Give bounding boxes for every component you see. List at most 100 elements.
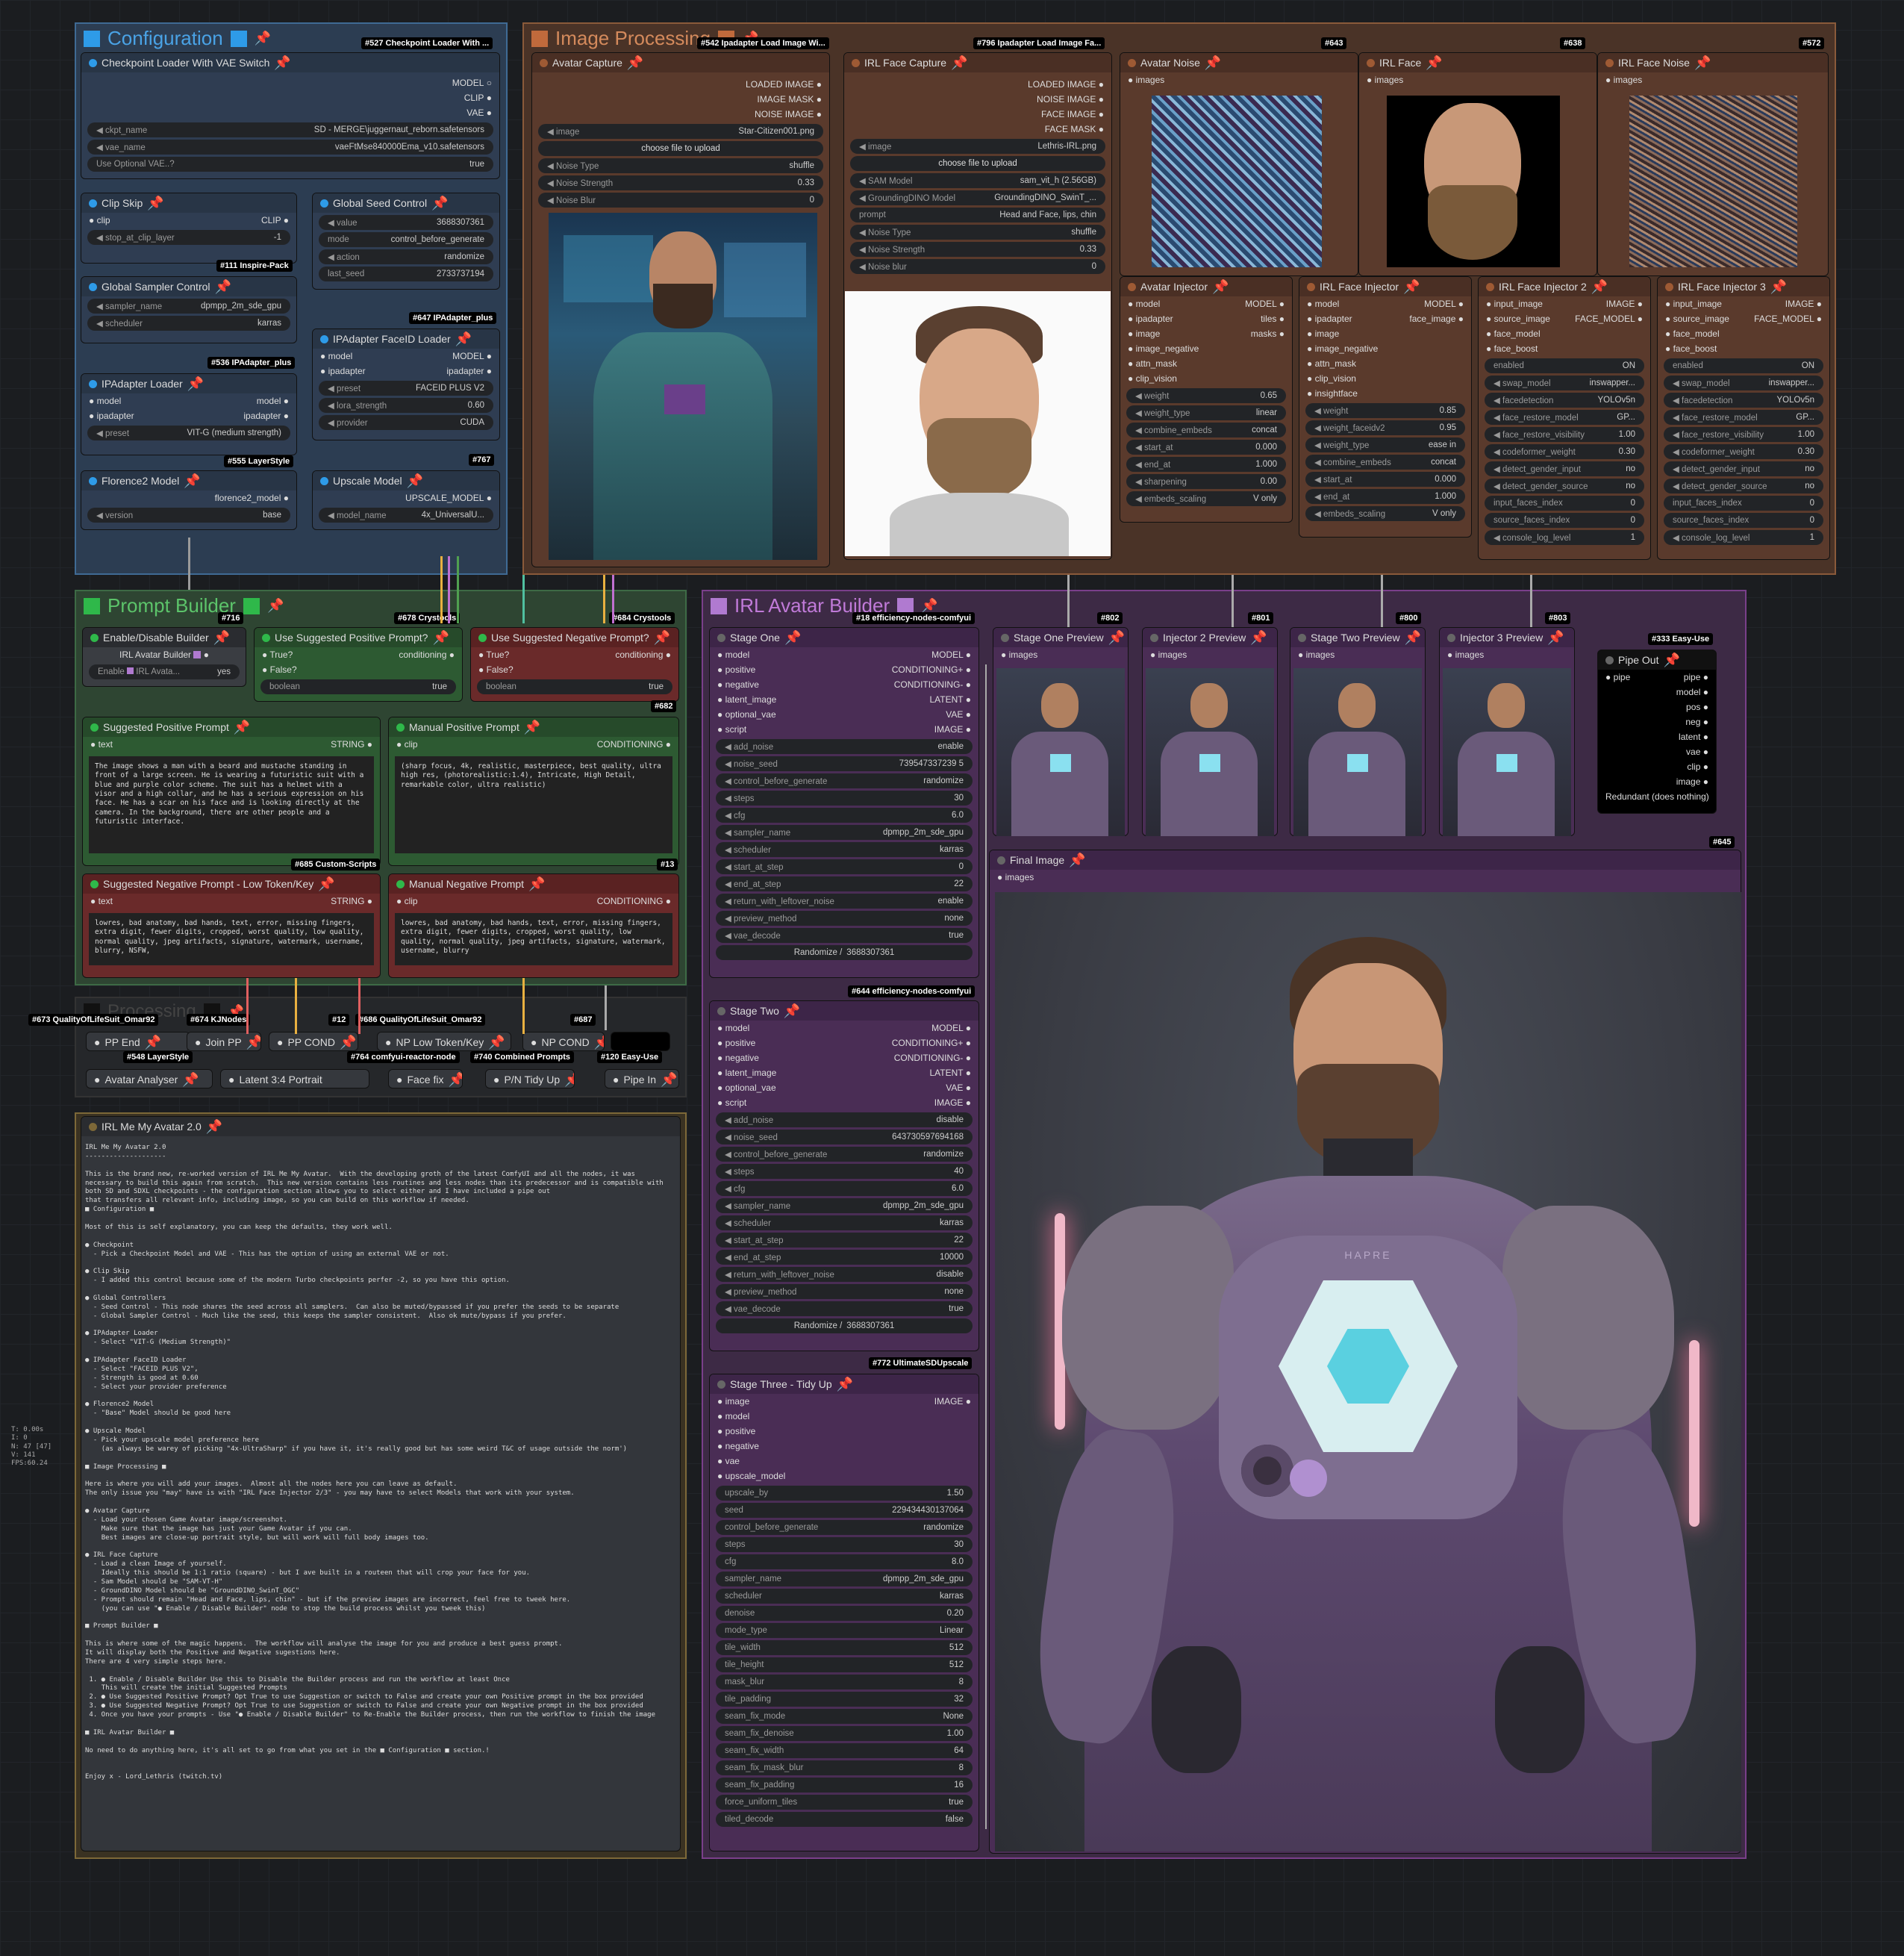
noise-strength-widget[interactable]: ◀ Noise Strength 0.33 xyxy=(538,175,823,190)
start-at-step-widget[interactable]: ◀ start_at_step 22 xyxy=(716,1233,973,1248)
end-at-step-widget[interactable]: ◀ end_at_step 10000 xyxy=(716,1250,973,1265)
stage3-widget[interactable]: steps 30 xyxy=(716,1537,973,1552)
groundingdino-widget[interactable]: ◀ GroundingDINO Model GroundingDINO_SwinT… xyxy=(850,190,1105,205)
checkpoint-loader-node[interactable]: Checkpoint Loader With VAE Switch 📌 MODEL… xyxy=(81,52,500,179)
stage3-widget[interactable]: tiled_decode false xyxy=(716,1812,973,1827)
randomize-seed-button[interactable]: Randomize /3688307361 xyxy=(716,1318,973,1333)
np-low-token-node[interactable]: ● NP Low Token/Key 📌 xyxy=(377,1032,511,1051)
manual-negative-textarea[interactable]: lowres, bad anatomy, bad hands, text, er… xyxy=(395,913,672,965)
start-at-widget[interactable]: ◀ start_at 0.000 xyxy=(1126,440,1286,455)
cfg-widget[interactable]: ◀ cfg 6.0 xyxy=(716,1181,973,1196)
pipe-out-node[interactable]: Pipe Out 📌 ● pipe pipe ● model ● pos ● neg… xyxy=(1597,650,1717,814)
sampler-name-widget[interactable]: ◀ sampler_name dpmpp_2m_sde_gpu xyxy=(716,1198,973,1213)
stop-at-clip-layer-widget[interactable]: ◀ stop_at_clip_layer -1 xyxy=(87,230,290,245)
face-restore-visibility-widget[interactable]: ◀ face_restore_visibility 1.00 xyxy=(1664,427,1823,442)
stage3-widget[interactable]: force_uniform_tiles true xyxy=(716,1795,973,1810)
add-noise-widget[interactable]: ◀ add_noise enable xyxy=(716,739,973,754)
upscale-model-node[interactable]: Upscale Model 📌 UPSCALE_MODEL ● ◀ model_n… xyxy=(312,470,500,530)
console-log-level-widget[interactable]: ◀ console_log_level 1 xyxy=(1485,530,1644,545)
stage3-widget[interactable]: seam_fix_denoise 1.00 xyxy=(716,1726,973,1741)
positive-boolean-toggle[interactable]: boolean true xyxy=(260,679,456,694)
scheduler-widget[interactable]: ◀ scheduler karras xyxy=(716,842,973,857)
cfg-widget[interactable]: ◀ cfg 6.0 xyxy=(716,808,973,823)
input-faces-index-widget[interactable]: input_faces_index 0 xyxy=(1485,496,1644,511)
noise-blur-widget[interactable]: ◀ Noise Blur 0 xyxy=(538,193,823,208)
suggested-negative-textarea[interactable]: lowres, bad anatomy, bad hands, text, er… xyxy=(89,913,374,965)
clip-skip-node[interactable]: Clip Skip 📌 ● clip CLIP ● ◀ stop_at_clip_l… xyxy=(81,193,297,264)
join-pp-node[interactable]: ● Join PP 📌 xyxy=(187,1032,261,1051)
scheduler-widget[interactable]: ◀ scheduler karras xyxy=(87,316,290,331)
pp-end-node[interactable]: ● PP End 📌 xyxy=(86,1032,190,1051)
stage3-widget[interactable]: seam_fix_padding 16 xyxy=(716,1778,973,1793)
sampler-name-widget[interactable]: ◀ sampler_name dpmpp_2m_sde_gpu xyxy=(716,825,973,840)
noise-seed-widget[interactable]: ◀ noise_seed 739547337239 5 xyxy=(716,756,973,771)
choose-file-button[interactable]: choose file to upload xyxy=(538,141,823,156)
seed-value-widget[interactable]: ◀ value 3688307361 xyxy=(319,215,493,230)
face-noise-type-widget[interactable]: ◀ Noise Type shuffle xyxy=(850,225,1105,240)
florence2-model-node[interactable]: Florence2 Model 📌 florence2_model ● ◀ ver… xyxy=(81,470,297,530)
use-suggested-positive-node[interactable]: Use Suggested Positive Prompt? 📌 ● True? c… xyxy=(254,627,463,702)
face-choose-file-button[interactable]: choose file to upload xyxy=(850,156,1105,171)
ipadapter-loader-node[interactable]: IPAdapter Loader 📌 ● model model ● ● ipada… xyxy=(81,373,297,455)
console-log-level-widget[interactable]: ◀ console_log_level 1 xyxy=(1664,530,1823,545)
enabled-toggle[interactable]: enabled ON xyxy=(1664,358,1823,373)
codeformer-weight-widget[interactable]: ◀ codeformer_weight 0.30 xyxy=(1664,444,1823,459)
sampler-name-widget[interactable]: ◀ sampler_name dpmpp_2m_sde_gpu xyxy=(87,299,290,314)
pn-tidy-up-node[interactable]: ● P/N Tidy Up 📌 xyxy=(485,1069,575,1088)
ckpt-name-widget[interactable]: ◀ ckpt_name SD - MERGE\juggernaut_reborn.… xyxy=(87,122,493,137)
detect-gender-input-widget[interactable]: ◀ detect_gender_input no xyxy=(1664,461,1823,476)
face-weight-widget[interactable]: ◀ weight 0.85 xyxy=(1305,403,1465,418)
control-before-generate-widget[interactable]: ◀ control_before_generate randomize xyxy=(716,773,973,788)
swap-model-widget[interactable]: ◀ swap_model inswapper... xyxy=(1485,376,1644,390)
stage3-widget[interactable]: control_before_generate randomize xyxy=(716,1520,973,1535)
stage-two-node[interactable]: Stage Two 📌 ● model MODEL ● ● positive COND… xyxy=(709,1000,979,1351)
sam-model-widget[interactable]: ◀ SAM Model sam_vit_h (2.56GB) xyxy=(850,173,1105,188)
face-noise-blur-widget[interactable]: ◀ Noise blur 0 xyxy=(850,259,1105,274)
return-leftover-noise-widget[interactable]: ◀ return_with_leftover_noise enable xyxy=(716,894,973,909)
stage3-widget[interactable]: cfg 8.0 xyxy=(716,1554,973,1569)
notes-text[interactable]: IRL Me My Avatar 2.0 -------------------… xyxy=(85,1144,675,1846)
face-combine-embeds-widget[interactable]: ◀ combine_embeds concat xyxy=(1305,455,1465,470)
embeds-scaling-widget[interactable]: ◀ embeds_scaling V only xyxy=(1126,491,1286,506)
ipadapter-preset-widget[interactable]: ◀ preset VIT-G (medium strength) xyxy=(87,426,290,440)
suggested-positive-textarea[interactable]: The image shows a man with a beard and m… xyxy=(89,756,374,853)
face-embeds-scaling-widget[interactable]: ◀ embeds_scaling V only xyxy=(1305,506,1465,521)
stage-three-node[interactable]: Stage Three - Tidy Up 📌 ● image IMAGE ● ● … xyxy=(709,1374,979,1851)
stage3-widget[interactable]: tile_padding 32 xyxy=(716,1692,973,1707)
faceid-preset-widget[interactable]: ◀ preset FACEID PLUS V2 xyxy=(319,381,493,396)
optional-vae-toggle[interactable]: Use Optional VAE..? true xyxy=(87,157,493,172)
face-fix-node[interactable]: ● Face fix 📌 xyxy=(388,1069,463,1088)
face-start-at-widget[interactable]: ◀ start_at 0.000 xyxy=(1305,472,1465,487)
ipadapter-faceid-loader-node[interactable]: IPAdapter FaceID Loader 📌 ● model MODEL ● … xyxy=(312,328,500,440)
enable-disable-builder-node[interactable]: Enable/Disable Builder 📌 IRL Avatar Build… xyxy=(82,627,246,687)
lora-strength-widget[interactable]: ◀ lora_strength 0.60 xyxy=(319,398,493,413)
stage3-widget[interactable]: seam_fix_mode None xyxy=(716,1709,973,1724)
vae-decode-widget[interactable]: ◀ vae_decode true xyxy=(716,1301,973,1316)
input-faces-index-widget[interactable]: input_faces_index 0 xyxy=(1664,496,1823,511)
stage3-widget[interactable]: tile_height 512 xyxy=(716,1657,973,1672)
enabled-toggle[interactable]: enabled ON xyxy=(1485,358,1644,373)
facedetection-widget[interactable]: ◀ facedetection YOLOv5n xyxy=(1485,393,1644,408)
swap-model-widget[interactable]: ◀ swap_model inswapper... xyxy=(1664,376,1823,390)
face-restore-visibility-widget[interactable]: ◀ face_restore_visibility 1.00 xyxy=(1485,427,1644,442)
add-noise-widget[interactable]: ◀ add_noise disable xyxy=(716,1112,973,1127)
global-seed-control-node[interactable]: Global Seed Control 📌 ◀ value 3688307361 m… xyxy=(312,193,500,290)
combine-embeds-widget[interactable]: ◀ combine_embeds concat xyxy=(1126,423,1286,437)
face-weight-type-widget[interactable]: ◀ weight_type ease in xyxy=(1305,437,1465,452)
notes-node[interactable]: IRL Me My Avatar 2.0 📌 IRL Me My Avatar 2… xyxy=(81,1116,681,1851)
end-at-widget[interactable]: ◀ end_at 1.000 xyxy=(1126,457,1286,472)
start-at-step-widget[interactable]: ◀ start_at_step 0 xyxy=(716,859,973,874)
vae-name-widget[interactable]: ◀ vae_name vaeFtMse840000Ema_v10.safetens… xyxy=(87,140,493,155)
stage3-widget[interactable]: mode_type Linear xyxy=(716,1623,973,1638)
end-at-step-widget[interactable]: ◀ end_at_step 22 xyxy=(716,876,973,891)
steps-widget[interactable]: ◀ steps 30 xyxy=(716,791,973,806)
control-before-generate-widget[interactable]: ◀ control_before_generate randomize xyxy=(716,1147,973,1162)
steps-widget[interactable]: ◀ steps 40 xyxy=(716,1164,973,1179)
codeformer-weight-widget[interactable]: ◀ codeformer_weight 0.30 xyxy=(1485,444,1644,459)
preview-method-widget[interactable]: ◀ preview_method none xyxy=(716,1284,973,1299)
stage3-widget[interactable]: denoise 0.20 xyxy=(716,1606,973,1621)
manual-negative-prompt-node[interactable]: Manual Negative Prompt 📌 ● clip CONDITIONI… xyxy=(388,873,679,978)
irl-face-injector-2-node[interactable]: IRL Face Injector 2 📌 ● input_image IMAGE … xyxy=(1478,276,1651,560)
stage3-widget[interactable]: seam_fix_mask_blur 8 xyxy=(716,1760,973,1775)
unnamed-collapsed-node[interactable] xyxy=(611,1032,670,1051)
